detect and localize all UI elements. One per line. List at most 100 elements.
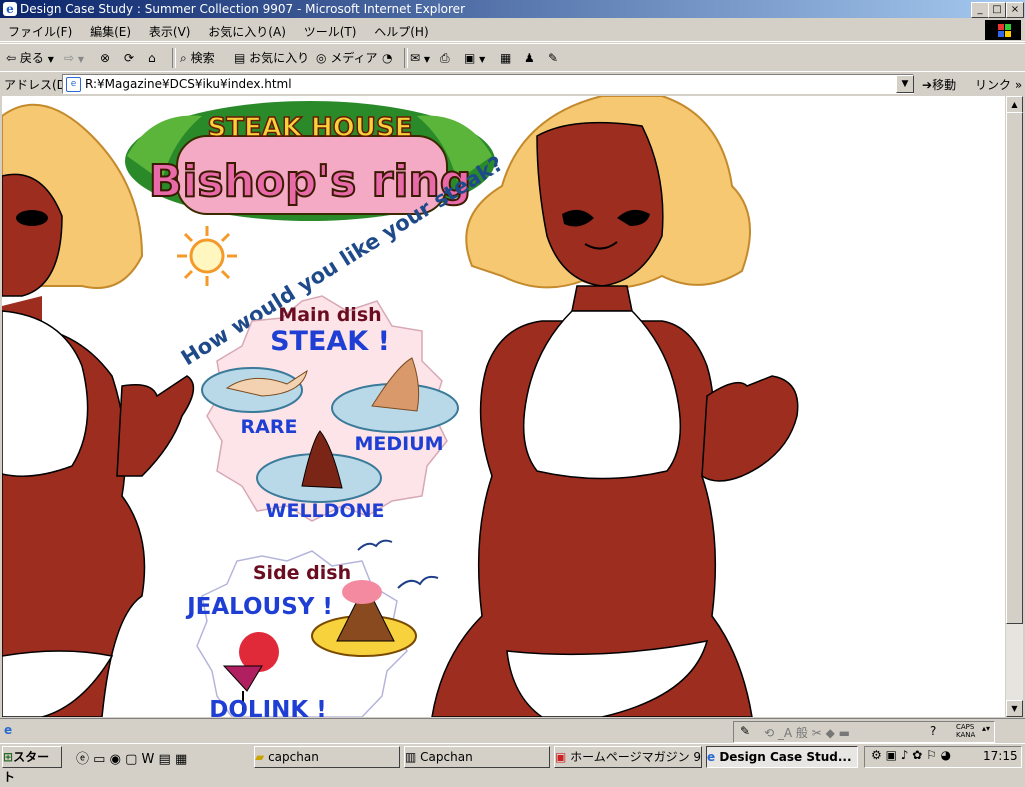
- minimize-button[interactable]: _: [971, 2, 989, 18]
- task-capchan-app[interactable]: ▥ Capchan: [404, 746, 550, 768]
- folder-icon: ▰: [255, 750, 265, 764]
- discuss-button[interactable]: ▦: [500, 48, 511, 68]
- forward-button[interactable]: ⇨ ▼: [64, 48, 84, 68]
- chat-icon: ✎: [548, 51, 559, 65]
- print-icon: ⎙: [440, 51, 450, 65]
- address-input[interactable]: e R:¥Magazine¥DCS¥iku¥index.html: [62, 74, 914, 94]
- refresh-icon: ⟳: [124, 51, 135, 65]
- scroll-down-button[interactable]: ▼: [1006, 700, 1023, 717]
- research-button[interactable]: ✎: [548, 48, 558, 68]
- go-label: 移動: [932, 78, 957, 92]
- desktop-icon[interactable]: ▭: [93, 752, 105, 767]
- close-button[interactable]: ×: [1006, 2, 1024, 18]
- windows-logo-icon: [985, 20, 1021, 40]
- home-icon: ⌂: [148, 51, 156, 65]
- page-artwork: STEAK HOUSE Bishop's ring How would you …: [2, 96, 799, 717]
- address-label: アドレス(D): [4, 78, 71, 92]
- ime-mode-icon[interactable]: ⟲ _A 般 ✂ ◆ ▬: [764, 724, 850, 741]
- restore-button[interactable]: □: [988, 2, 1006, 18]
- media-button[interactable]: ◎ メディア: [316, 48, 377, 68]
- links-button[interactable]: リンク »: [975, 76, 1022, 93]
- vertical-scrollbar[interactable]: ▲ ▼: [1006, 96, 1023, 717]
- stop-button[interactable]: ⊗: [100, 48, 110, 68]
- address-dropdown-button[interactable]: ▼: [896, 75, 914, 93]
- clock: 17:15: [983, 749, 1018, 763]
- page-status-icon: e: [4, 723, 13, 737]
- ime-icon[interactable]: ✎: [740, 724, 750, 738]
- favorites-button[interactable]: ▤ お気に入り: [234, 48, 309, 68]
- menu-view[interactable]: 表示(V): [149, 25, 191, 39]
- app-icon[interactable]: ▤: [159, 752, 171, 767]
- notepad-icon[interactable]: ▢: [125, 752, 137, 767]
- task-capchan-folder[interactable]: ▰ capchan: [254, 746, 400, 768]
- main-dish-link[interactable]: STEAK !: [270, 326, 390, 357]
- page-content[interactable]: STEAK HOUSE Bishop's ring How would you …: [2, 96, 1005, 717]
- rare-link[interactable]: RARE: [241, 416, 298, 438]
- tray-icons[interactable]: ⚙ ▣ ♪ ✿ ⚐ ◕: [871, 748, 951, 762]
- drink-link[interactable]: DOLINK !: [209, 697, 326, 717]
- links-chevron-icon: »: [1014, 78, 1023, 92]
- start-button[interactable]: ⊞スタート: [2, 746, 62, 784]
- refresh-button[interactable]: ⟳: [124, 48, 134, 68]
- ie-quicklaunch-icon[interactable]: ⓔ: [76, 752, 89, 767]
- home-button[interactable]: ⌂: [148, 48, 156, 68]
- back-label: 戻る: [19, 51, 44, 65]
- search-button[interactable]: ⌕ 検索: [180, 48, 215, 68]
- discuss-icon: ▦: [500, 51, 512, 65]
- title-bar[interactable]: e Design Case Study : Summer Collection …: [0, 0, 1025, 18]
- medium-link[interactable]: MEDIUM: [354, 433, 443, 455]
- edit-button[interactable]: ▣ ▼: [464, 48, 485, 68]
- word-icon[interactable]: W: [142, 752, 155, 767]
- welldone-link[interactable]: WELLDONE: [266, 500, 385, 522]
- separator: [404, 48, 408, 68]
- window-title: Design Case Study : Summer Collection 99…: [20, 2, 465, 16]
- quick-launch: ⓔ ▭ ◉ ▢ W ▤ ▦: [76, 748, 187, 767]
- menu-tools[interactable]: ツール(T): [304, 25, 357, 39]
- main-dish-label: Main dish: [278, 304, 381, 326]
- toolbar: ⇦ 戻る ▼ ⇨ ▼ ⊗ ⟳ ⌂ ⌕ 検索 ▤ お気に入り ◎ メディア ◔ ✉…: [0, 43, 1025, 72]
- menu-favorites[interactable]: お気に入り(A): [208, 25, 286, 39]
- task-ie-active[interactable]: e Design Case Stud...: [706, 746, 858, 768]
- favorites-icon: ▤: [234, 51, 246, 65]
- media-icon: ◎: [316, 51, 327, 65]
- links-label: リンク: [975, 78, 1012, 92]
- system-tray: ⚙ ▣ ♪ ✿ ⚐ ◕ 17:15: [864, 746, 1022, 768]
- side-dish-link[interactable]: JEALOUSY !: [185, 594, 333, 620]
- messenger-button[interactable]: ♟: [524, 48, 535, 68]
- menu-file[interactable]: ファイル(F): [8, 25, 72, 39]
- chevron-down-icon[interactable]: ▼: [48, 55, 54, 64]
- bird-icon: [397, 575, 439, 589]
- address-bar: アドレス(D) e R:¥Magazine¥DCS¥iku¥index.html…: [0, 71, 1025, 96]
- print-button[interactable]: ⎙: [440, 48, 450, 68]
- kana-indicator: KANA: [956, 731, 976, 739]
- menu-edit[interactable]: 編集(E): [90, 25, 131, 39]
- menu-bar: ファイル(F) 編集(E) 表示(V) お気に入り(A) ツール(T) ヘルプ(…: [0, 19, 1025, 42]
- go-button[interactable]: ➔移動: [922, 76, 956, 93]
- word-icon: ▣: [464, 51, 476, 65]
- menu-help[interactable]: ヘルプ(H): [374, 25, 428, 39]
- separator: [172, 48, 176, 68]
- task-label: Capchan: [420, 750, 473, 764]
- media-label: メディア: [330, 51, 378, 65]
- history-button[interactable]: ◔: [382, 48, 392, 68]
- media-player-icon[interactable]: ◉: [110, 752, 121, 767]
- app-icon[interactable]: ▦: [175, 752, 187, 767]
- scroll-up-button[interactable]: ▲: [1006, 96, 1023, 113]
- ime-toolbar: ✎ ⟲ _A 般 ✂ ◆ ▬ ? CAPS KANA ▴▾: [733, 721, 995, 743]
- search-icon: ⌕: [180, 51, 187, 65]
- ime-dropdown-icon[interactable]: ▴▾: [982, 724, 990, 733]
- right-girl-illustration: [431, 96, 799, 717]
- search-label: 検索: [190, 51, 215, 65]
- task-homepage-magazine[interactable]: ▣ ホームページマガジン 99...: [554, 746, 702, 768]
- mail-button[interactable]: ✉ ▼: [410, 48, 430, 68]
- favorites-label: お気に入り: [249, 51, 310, 65]
- bird-icon: [357, 539, 393, 551]
- back-button[interactable]: ⇦ 戻る ▼: [6, 48, 54, 68]
- task-label: Design Case Stud...: [719, 750, 852, 764]
- status-bar: e ✎ ⟲ _A 般 ✂ ◆ ▬ ? CAPS KANA ▴▾: [0, 718, 1025, 743]
- scroll-thumb[interactable]: [1006, 112, 1023, 624]
- address-url[interactable]: R:¥Magazine¥DCS¥iku¥index.html: [85, 77, 292, 91]
- help-icon[interactable]: ?: [930, 724, 936, 738]
- logo-steak-house: STEAK HOUSE: [207, 113, 412, 143]
- page-icon: e: [66, 77, 81, 92]
